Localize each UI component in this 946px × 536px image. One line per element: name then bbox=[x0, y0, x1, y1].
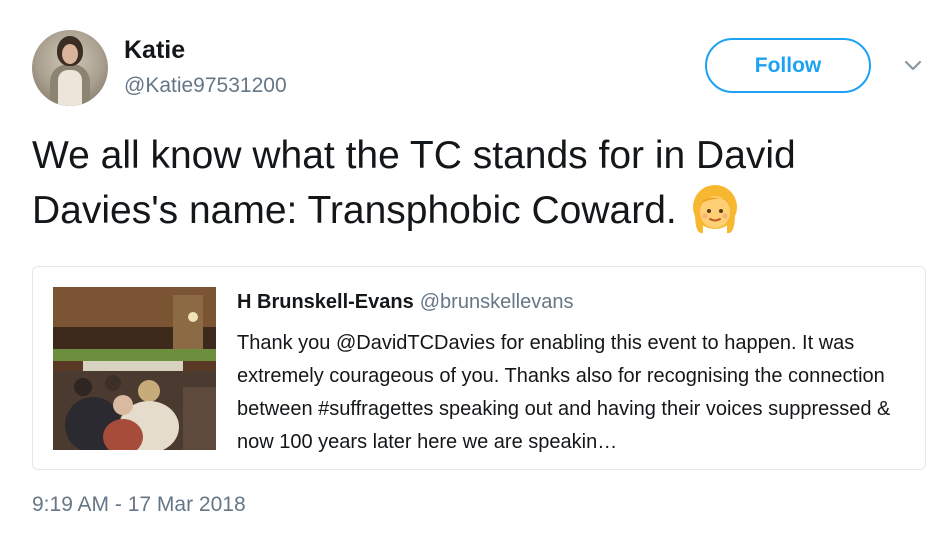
avatar[interactable] bbox=[32, 30, 108, 106]
quoted-tweet[interactable]: H Brunskell-Evans @brunskellevans Thank y… bbox=[32, 266, 926, 470]
quoted-display-name[interactable]: H Brunskell-Evans bbox=[237, 291, 414, 313]
quoted-tweet-text: Thank you @DavidTCDavies for enabling th… bbox=[237, 332, 891, 453]
quoted-handle[interactable]: @brunskellevans bbox=[420, 291, 574, 313]
avatar-apron bbox=[58, 70, 82, 106]
chevron-down-icon[interactable] bbox=[903, 58, 923, 74]
quoted-tweet-image[interactable] bbox=[53, 287, 216, 450]
quoted-author[interactable]: H Brunskell-Evans @brunskellevans bbox=[237, 291, 573, 314]
timestamp[interactable]: 9:19 AM - 17 Mar 2018 bbox=[32, 493, 246, 517]
tweet-text: We all know what the TC stands for in Da… bbox=[32, 134, 796, 232]
user-handle[interactable]: @Katie97531200 bbox=[124, 74, 287, 98]
woman-blond-emoji-icon bbox=[692, 184, 737, 233]
avatar-face bbox=[62, 44, 78, 64]
tweet-body: We all know what the TC stands for in Da… bbox=[32, 128, 922, 238]
follow-button[interactable]: Follow bbox=[705, 38, 871, 93]
display-name[interactable]: Katie bbox=[124, 36, 185, 65]
